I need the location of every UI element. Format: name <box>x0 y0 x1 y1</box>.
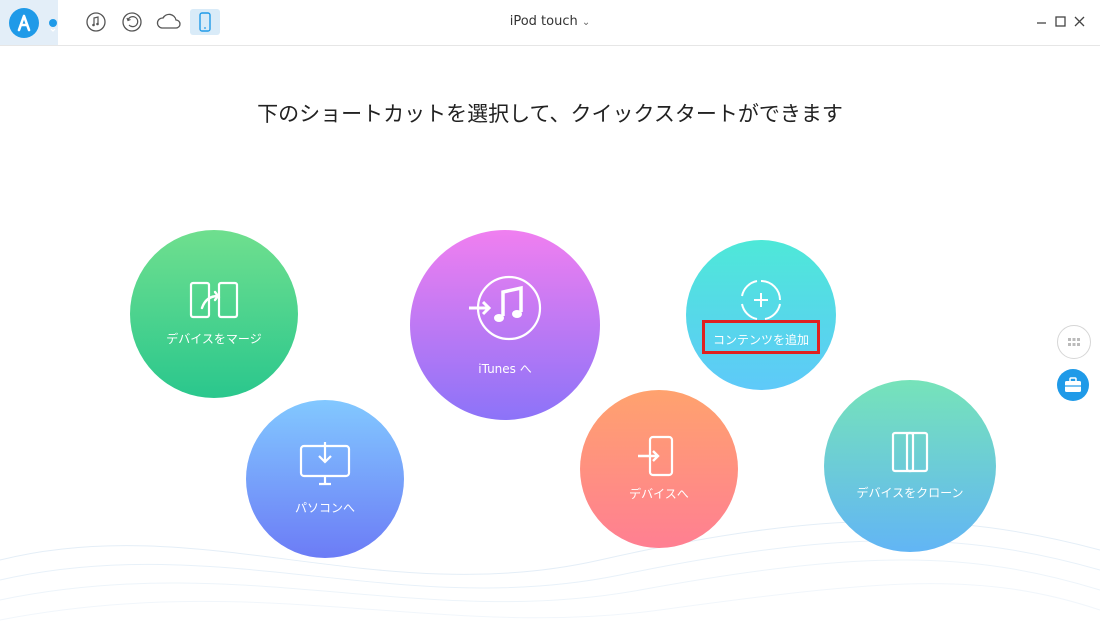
to-itunes-icon <box>469 275 542 341</box>
highlight-box <box>702 320 820 354</box>
to-computer-icon <box>299 442 351 486</box>
clone-device-button[interactable]: デバイスをクローン <box>824 380 996 552</box>
to-device-button[interactable]: デバイスへ <box>580 390 738 548</box>
merge-devices-icon <box>189 281 239 319</box>
merge-devices-button[interactable]: デバイスをマージ <box>130 230 298 398</box>
device-name: iPod touch <box>509 14 578 29</box>
device-selector[interactable]: iPod touch ⌄ <box>0 14 1100 29</box>
shortcut-label: iTunes へ <box>478 362 532 376</box>
close-button[interactable] <box>1071 13 1089 31</box>
maximize-button[interactable] <box>1052 13 1070 31</box>
to-computer-button[interactable]: パソコンへ <box>246 400 404 558</box>
shortcut-label: デバイスをマージ <box>166 332 262 346</box>
toolbox-icon <box>1065 377 1081 392</box>
add-content-button[interactable]: コンテンツを追加 <box>686 240 836 390</box>
page-title: 下のショートカットを選択して、クイックスタートができます <box>257 102 843 126</box>
clone-device-icon <box>891 431 929 473</box>
to-device-icon <box>638 435 674 477</box>
title-bar: iPod touch ⌄ <box>0 0 1100 46</box>
chevron-down-icon: ⌄ <box>581 17 591 28</box>
add-content-icon <box>741 280 781 320</box>
grid-icon <box>1068 338 1080 346</box>
shortcut-label: デバイスをクローン <box>856 486 964 500</box>
to-itunes-button[interactable]: iTunes へ <box>410 230 600 420</box>
toolbox-button[interactable] <box>1057 369 1089 401</box>
grid-view-button[interactable] <box>1057 325 1091 359</box>
minimize-button[interactable] <box>1033 13 1051 31</box>
shortcut-label: デバイスへ <box>629 487 689 501</box>
shortcut-label: パソコンへ <box>294 501 355 515</box>
